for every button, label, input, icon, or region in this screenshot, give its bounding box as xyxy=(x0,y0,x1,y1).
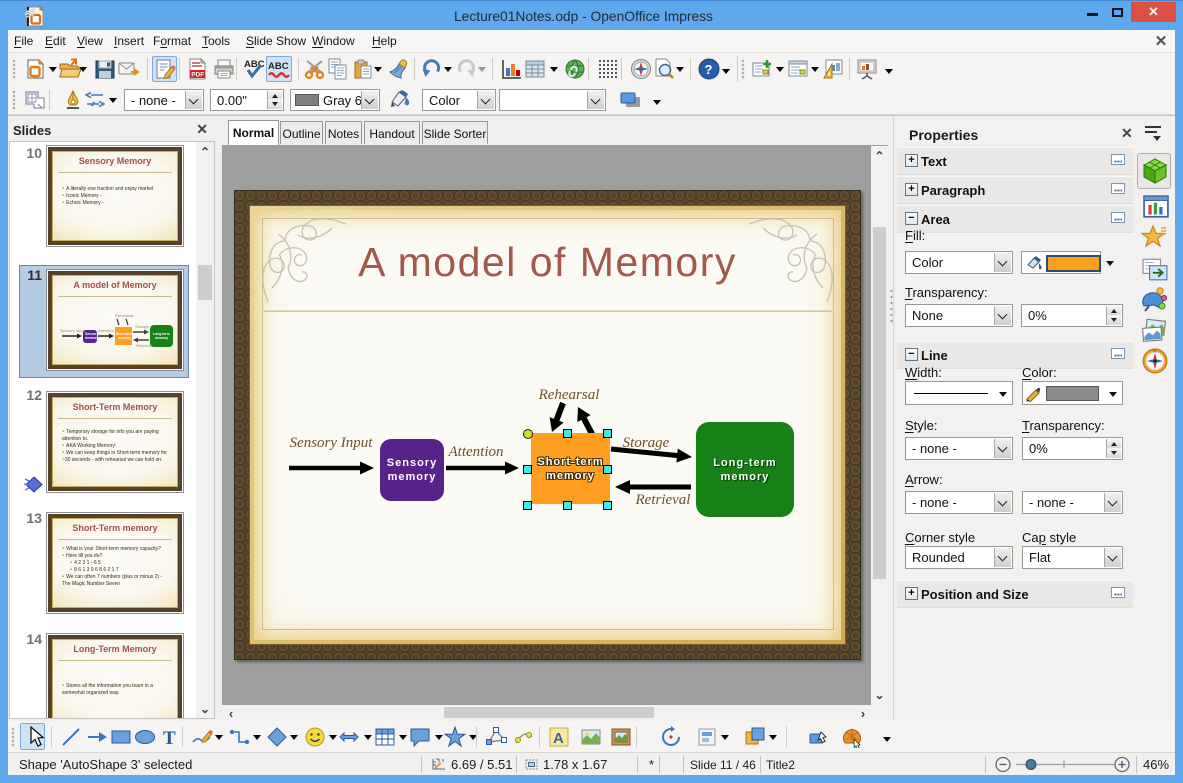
svg-text:memory: memory xyxy=(155,336,168,340)
svg-text:?: ? xyxy=(705,62,713,77)
svg-text:memory: memory xyxy=(118,336,131,340)
svg-text:PDF: PDF xyxy=(191,72,204,79)
svg-text:Retrieval: Retrieval xyxy=(136,343,152,348)
svg-text:memory: memory xyxy=(85,336,98,340)
svg-text:ABC: ABC xyxy=(244,59,265,70)
svg-text:T: T xyxy=(163,728,176,748)
svg-text:A: A xyxy=(553,730,564,747)
svg-text:Sensory Input: Sensory Input xyxy=(60,328,86,333)
svg-text:N: N xyxy=(1153,348,1157,354)
svg-text:Attention: Attention xyxy=(98,328,114,333)
svg-text:ABC: ABC xyxy=(268,61,289,72)
svg-text:Rehearsal: Rehearsal xyxy=(115,313,133,318)
svg-text:Storage: Storage xyxy=(135,324,150,329)
